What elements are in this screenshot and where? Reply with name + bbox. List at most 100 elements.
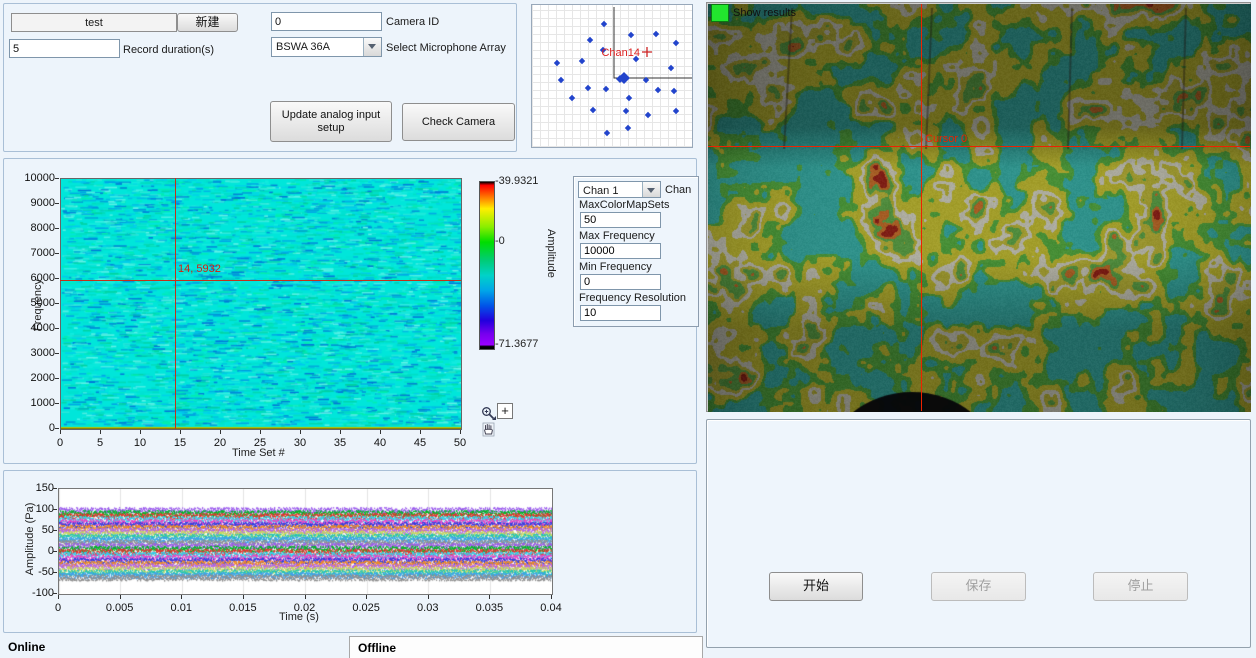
mic-dot	[590, 107, 596, 113]
mic-dot	[673, 40, 679, 46]
camera-cursor-vline[interactable]	[921, 4, 922, 411]
waveform-plot[interactable]	[58, 488, 553, 595]
control-field-label: Max Frequency	[579, 230, 655, 242]
camera-view[interactable]: Cursor 0 Show results	[706, 2, 1251, 412]
x-tick-mark	[420, 430, 421, 434]
camera-id-input[interactable]	[271, 12, 382, 31]
y-tick-mark	[53, 509, 57, 510]
mic-dot	[554, 60, 560, 66]
channel-dropdown-label: Chan	[665, 184, 691, 196]
start-button[interactable]: 开始	[769, 572, 863, 601]
x-tick-mark	[366, 595, 367, 599]
x-tick-label: 0.04	[533, 602, 569, 614]
mic-array-scatter: Chan14	[532, 5, 692, 147]
mic-dot	[668, 65, 674, 71]
mic-dot	[673, 108, 679, 114]
y-tick-label: 9000	[22, 197, 55, 209]
y-tick-label: 150	[24, 482, 54, 494]
x-tick-mark	[489, 595, 490, 599]
record-duration-input[interactable]	[9, 39, 120, 58]
chevron-down-icon[interactable]	[363, 38, 381, 56]
x-tick-label: 30	[288, 437, 312, 449]
x-tick-mark	[220, 430, 221, 434]
mic-dot	[628, 32, 634, 38]
spectrogram-plot[interactable]	[60, 178, 462, 430]
x-tick-mark	[340, 430, 341, 434]
x-tick-mark	[305, 595, 306, 599]
chevron-down-icon[interactable]	[642, 182, 660, 197]
x-tick-mark	[260, 430, 261, 434]
mic-dot	[603, 86, 609, 92]
mic-array-selected-value: BSWA 36A	[276, 41, 330, 53]
cursor-tool-button[interactable]: +	[497, 403, 513, 419]
camera-cursor-label[interactable]: Cursor 0	[925, 133, 967, 145]
y-tick-mark	[55, 303, 59, 304]
x-tick-mark	[100, 430, 101, 434]
y-tick-label: 6000	[22, 272, 55, 284]
y-tick-mark	[55, 203, 59, 204]
y-tick-label: 3000	[22, 347, 55, 359]
colorbar-max-label: -39.9321	[495, 175, 538, 187]
channel-dropdown[interactable]: Chan 1	[578, 181, 661, 198]
spectrogram-cursor-label[interactable]: 14, 5932	[178, 263, 221, 275]
x-tick-label: 0.025	[348, 602, 384, 614]
y-tick-label: 0	[24, 545, 54, 557]
y-tick-mark	[55, 328, 59, 329]
y-tick-mark	[55, 403, 59, 404]
y-tick-mark	[53, 572, 57, 573]
x-tick-mark	[60, 430, 61, 434]
x-tick-mark	[58, 595, 59, 599]
mic-dot	[653, 31, 659, 37]
mic-dot	[671, 88, 677, 94]
mic-dot	[587, 37, 593, 43]
frequency-resolution-input[interactable]	[580, 305, 661, 321]
channel-selected-value: Chan 1	[583, 185, 618, 197]
record-duration-label: Record duration(s)	[123, 44, 214, 56]
camera-heatmap-image	[708, 4, 1251, 412]
spectrogram-cursor-vline[interactable]	[175, 178, 176, 429]
camera-id-label: Camera ID	[386, 16, 439, 28]
x-tick-mark	[380, 430, 381, 434]
mic-dot	[625, 125, 631, 131]
control-field-label: Min Frequency	[579, 261, 652, 273]
y-tick-label: 0	[22, 422, 55, 434]
maxcolormapsets-input[interactable]	[580, 212, 661, 228]
array-crosshair	[614, 7, 692, 78]
y-tick-mark	[55, 178, 59, 179]
check-camera-button[interactable]: Check Camera	[402, 103, 515, 141]
y-tick-label: 100	[24, 503, 54, 515]
mic-array-dropdown[interactable]: BSWA 36A	[271, 37, 382, 57]
y-tick-label: 1000	[22, 397, 55, 409]
update-analog-input-button[interactable]: Update analog input setup	[270, 101, 392, 142]
colorbar	[479, 181, 495, 350]
show-results-label: Show results	[733, 7, 796, 19]
x-tick-label: 0.03	[410, 602, 446, 614]
mic-dot	[626, 95, 632, 101]
session-name-field[interactable]: test	[11, 13, 177, 32]
stop-button[interactable]: 停止	[1093, 572, 1188, 601]
zoom-tool-icon[interactable]	[481, 406, 496, 421]
y-tick-mark	[55, 428, 59, 429]
y-tick-label: -100	[24, 587, 54, 599]
camera-cursor-hline[interactable]	[708, 146, 1250, 147]
min-frequency-input[interactable]	[580, 274, 661, 290]
mic-dot	[579, 58, 585, 64]
new-session-button[interactable]: 新建	[177, 13, 238, 32]
x-tick-label: 0.005	[102, 602, 138, 614]
mic-dot	[645, 112, 651, 118]
show-results-checkbox[interactable]	[711, 4, 729, 22]
y-tick-label: 4000	[22, 322, 55, 334]
save-button[interactable]: 保存	[931, 572, 1026, 601]
y-tick-label: 10000	[22, 172, 55, 184]
y-tick-mark	[53, 530, 57, 531]
x-tick-mark	[300, 430, 301, 434]
pan-tool-icon[interactable]	[481, 422, 496, 437]
online-status-label: Online	[8, 640, 45, 654]
y-tick-mark	[55, 378, 59, 379]
y-tick-label: 8000	[22, 222, 55, 234]
max-frequency-input[interactable]	[580, 243, 661, 259]
chan-cursor-cross[interactable]	[642, 47, 652, 57]
config-panel: test 新建 Camera ID Record duration(s) BSW…	[3, 3, 517, 152]
spectrogram-cursor-hline[interactable]	[60, 280, 461, 281]
colorbar-mid-label: -0	[495, 235, 505, 247]
